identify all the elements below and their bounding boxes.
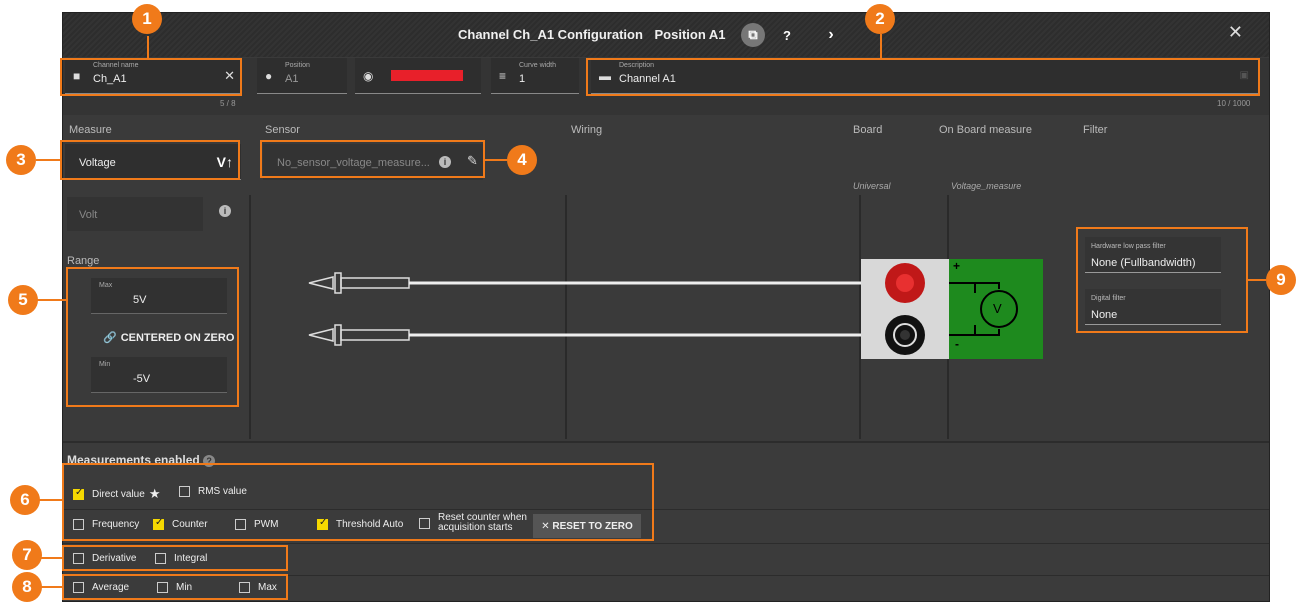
wiring-column-header: Wiring (571, 124, 603, 136)
callout-frame-6 (62, 463, 654, 541)
chevron-right-icon[interactable]: › (819, 23, 843, 47)
channel-name-counter: 5 / 8 (220, 99, 236, 108)
on-board-name: Voltage_measure (951, 181, 1022, 191)
on-board-column-header: On Board measure (939, 124, 1032, 136)
position-label: Position (285, 62, 310, 69)
callout-frame-5 (66, 267, 239, 407)
filter-column-header: Filter (1083, 124, 1108, 136)
plus-sign: + (953, 259, 961, 273)
callout-badge-4: 4 (507, 145, 537, 175)
title-bar: Channel Ch_A1 Configuration Position A1 … (63, 13, 1269, 57)
range-label: Range (67, 255, 100, 267)
description-counter: 10 / 1000 (1217, 99, 1251, 108)
callout-line-7 (40, 557, 62, 559)
callout-line-4 (485, 159, 507, 161)
probe-black (308, 324, 893, 346)
callout-badge-6: 6 (10, 485, 40, 515)
divider (63, 543, 1269, 544)
callout-badge-7: 7 (12, 540, 42, 570)
callout-badge-1: 1 (132, 4, 162, 34)
unit-value: Volt (79, 209, 98, 221)
help-icon[interactable]: ? (775, 23, 799, 47)
callout-line-2 (880, 34, 882, 58)
title-position: Position A1 (654, 27, 726, 42)
callout-frame-7 (62, 545, 288, 571)
palette-icon: ◉ (363, 69, 374, 83)
board-name: Universal (853, 181, 891, 191)
callout-line-1 (147, 36, 149, 58)
callout-badge-3: 3 (6, 145, 36, 175)
sensor-column-header: Sensor (265, 124, 300, 136)
callout-line-3 (36, 159, 60, 161)
curve-width-label: Curve width (519, 62, 556, 69)
color-field[interactable]: ◉ (355, 58, 481, 94)
probe-red (308, 272, 893, 294)
callout-badge-2: 2 (865, 4, 895, 34)
voltmeter-panel: + - V (949, 259, 1043, 359)
title-channel: Channel Ch_A1 Configuration (458, 27, 643, 42)
wiring-diagram (308, 272, 893, 346)
callout-line-5 (36, 299, 66, 301)
callout-frame-8 (62, 574, 288, 600)
callout-badge-5: 5 (8, 285, 38, 315)
callout-badge-8: 8 (12, 572, 42, 602)
callout-frame-4 (260, 140, 485, 178)
dialog-title: Channel Ch_A1 Configuration Position A1 (458, 27, 734, 42)
board-terminals (861, 259, 949, 359)
terminal-jacks (885, 263, 925, 355)
lines-icon: ≡ (499, 69, 507, 83)
location-pin-icon: ● (265, 69, 273, 83)
position-field: ● Position A1 (257, 58, 347, 94)
callout-frame-3 (60, 140, 240, 180)
curve-width-field[interactable]: ≡ Curve width 1 (491, 58, 579, 94)
minus-sign: - (955, 337, 959, 351)
callout-line-9 (1248, 279, 1266, 281)
unit-field: Volt (67, 197, 203, 231)
curve-width-value: 1 (519, 73, 526, 85)
callout-badge-9: 9 (1266, 265, 1296, 295)
divider (249, 195, 251, 439)
callout-frame-2 (586, 58, 1260, 96)
position-value: A1 (285, 73, 299, 85)
copy-icon[interactable]: ⧉ (741, 23, 765, 47)
voltmeter-icon: V (993, 301, 1002, 316)
color-swatch[interactable] (391, 70, 463, 81)
close-icon[interactable]: ✕ (1228, 22, 1243, 43)
measure-column-header: Measure (69, 124, 112, 136)
board-column-header: Board (853, 124, 883, 136)
callout-frame-1 (60, 58, 242, 96)
info-icon[interactable]: i (219, 205, 231, 217)
callout-frame-9 (1076, 227, 1248, 333)
callout-line-8 (40, 586, 62, 588)
